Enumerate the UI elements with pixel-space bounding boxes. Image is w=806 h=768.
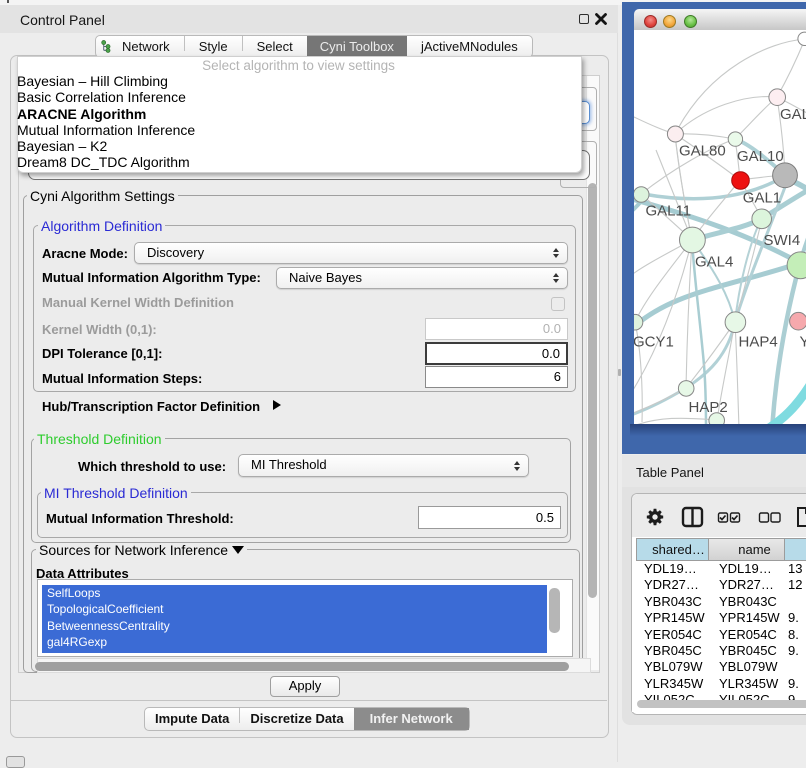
svg-text:HAP4: HAP4 (739, 334, 778, 351)
svg-text:GAL80: GAL80 (679, 143, 726, 160)
svg-text:GAL2: GAL2 (780, 106, 806, 123)
svg-text:GAL10: GAL10 (737, 148, 784, 165)
svg-text:GAL4: GAL4 (695, 254, 733, 271)
svg-text:HAP2: HAP2 (689, 399, 728, 416)
svg-text:GCY1: GCY1 (634, 334, 674, 351)
svg-text:GAL1: GAL1 (743, 190, 781, 207)
svg-text:YKL: YKL (800, 334, 806, 351)
svg-text:SWI4: SWI4 (764, 232, 801, 249)
svg-text:GAL11: GAL11 (646, 203, 692, 220)
